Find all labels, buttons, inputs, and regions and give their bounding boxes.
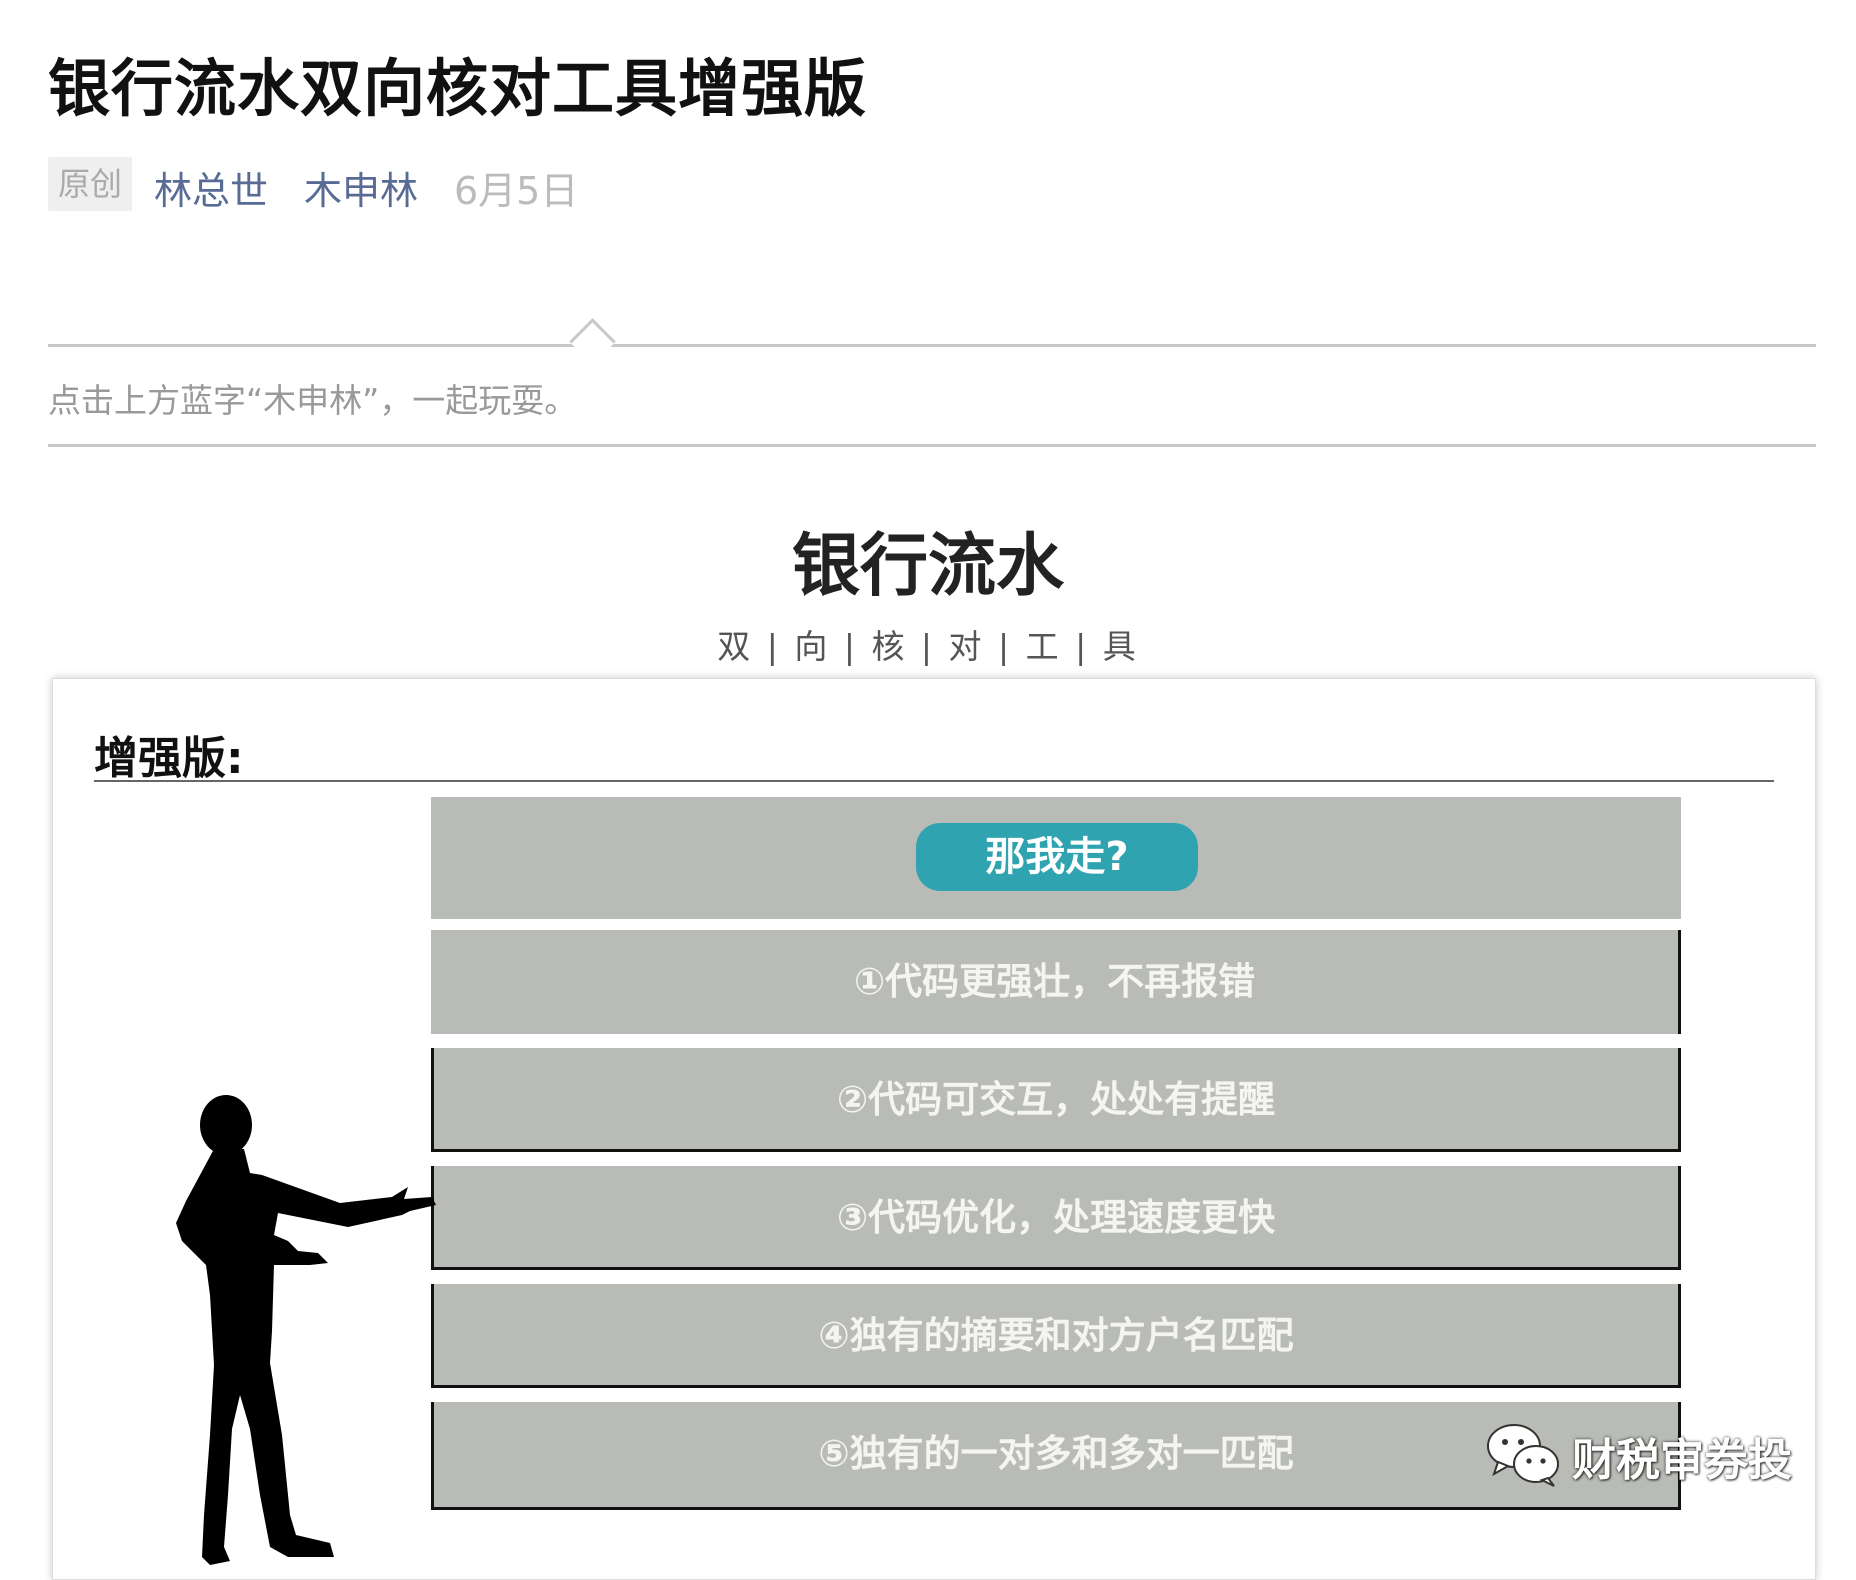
section-title: 银行流水 [791,527,1064,606]
section-subtitle: 双 | 向 | 核 | 对 | 工 | 具 [717,627,1139,666]
feature-item: ③代码优化，处理速度更快 [431,1166,1681,1270]
account-link[interactable]: 木申林 [304,160,418,215]
feature-item: ②代码可交互，处处有提醒 [431,1048,1681,1152]
feature-item: ④独有的摘要和对方户名匹配 [431,1284,1681,1388]
card-divider [94,780,1774,782]
author-link[interactable]: 林总世 [154,160,268,215]
original-badge: 原创 [48,157,132,211]
feature-item: ①代码更强壮，不再报错 [431,930,1681,1034]
quote-top-rule [48,344,1816,347]
follow-prompt: 点击上方蓝字“木申林”，一起玩耍。 [48,381,578,420]
watermark-text: 财税审券投 [1572,1435,1792,1486]
quote-bottom-rule [48,444,1816,447]
article-title: 银行流水双向核对工具增强版 [48,52,868,125]
card-title: 增强版: [94,733,244,784]
cta-button[interactable]: 那我走? [916,823,1198,891]
wechat-icon [1487,1424,1559,1487]
quote-pointer [569,318,616,365]
publish-date: 6月5日 [454,169,579,213]
presenter-silhouette [176,1095,436,1565]
